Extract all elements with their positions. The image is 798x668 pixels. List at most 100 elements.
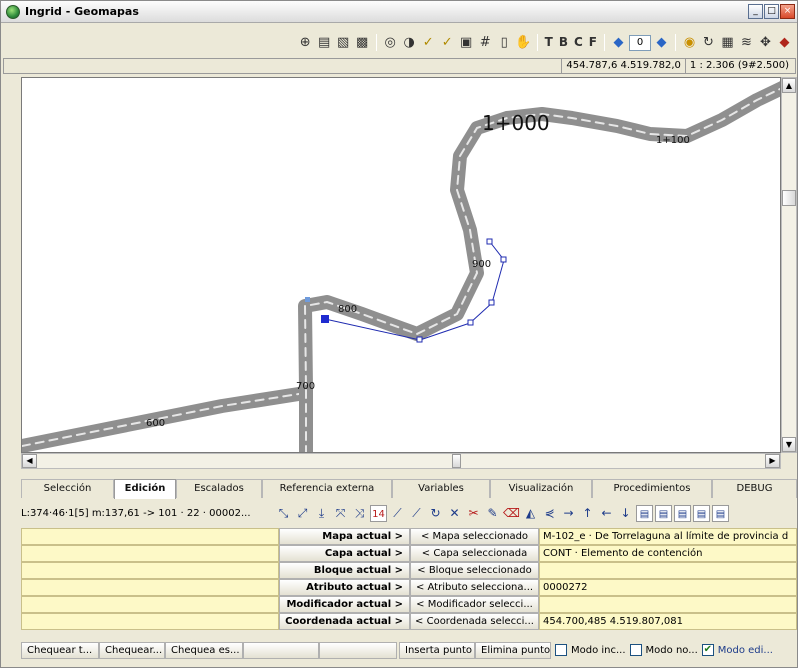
document-icon[interactable]: ▯ (496, 34, 513, 51)
tab-debug[interactable]: DEBUG (712, 479, 797, 498)
join-icon[interactable]: ⤧ (332, 505, 349, 522)
checkmark-icon[interactable]: ✔ (701, 644, 714, 656)
scroll-left-icon[interactable]: ◀ (22, 454, 37, 468)
vertex-handle[interactable] (486, 238, 493, 245)
extend-line-icon[interactable]: ⟋ (408, 505, 425, 522)
save-icon[interactable]: ▩ (354, 34, 371, 51)
tab-visualizacion[interactable]: Visualización (490, 479, 592, 498)
vertical-scroll-thumb[interactable] (782, 190, 796, 206)
selected-coordinate-button[interactable]: < Coordenada selecci... (410, 613, 539, 630)
scroll-down-icon[interactable]: ▼ (782, 437, 796, 452)
current-attribute-button[interactable]: Atributo actual > (279, 579, 410, 596)
rotate-icon[interactable]: ↻ (427, 505, 444, 522)
circle-up-icon[interactable]: ↑ (579, 505, 596, 522)
check-layer-icon[interactable]: ✓ (439, 34, 456, 51)
current-modifier-button[interactable]: Modificador actual > (279, 596, 410, 613)
circle-right-icon[interactable]: → (560, 505, 577, 522)
next-arrow-icon[interactable]: ◆ (653, 34, 670, 51)
close-button[interactable]: × (780, 4, 795, 19)
vertical-scrollbar[interactable]: ▲ ▼ (781, 77, 797, 453)
empty-button-1[interactable] (243, 641, 319, 659)
doc-refresh-icon[interactable]: ▤ (693, 504, 710, 522)
selected-layer-button[interactable]: < Capa seleccionada (410, 545, 539, 562)
horizontal-scrollbar[interactable]: ◀ ▶ (21, 453, 781, 469)
tab-seleccion[interactable]: Selección (21, 479, 114, 498)
insert-point-button[interactable]: Inserta punto (399, 641, 475, 659)
print-icon[interactable]: ▤ (316, 34, 333, 51)
check-button[interactable]: Chequear... (99, 641, 165, 659)
tab-edicion[interactable]: Edición (114, 479, 176, 499)
current-block-field[interactable] (21, 562, 279, 579)
doc-paste-icon[interactable]: ▤ (674, 504, 691, 522)
vertex-handle[interactable] (467, 319, 474, 326)
doc-copy-icon[interactable]: ▤ (655, 504, 672, 522)
tools-icon[interactable]: ◆ (776, 34, 793, 51)
vertex-handle[interactable] (488, 299, 495, 306)
selected-coordinate-value[interactable]: 454.700,485 4.519.807,081 (539, 613, 797, 630)
mode-edit-checkbox[interactable]: ✔ Modo edi... (701, 644, 773, 656)
circle-down-icon[interactable]: ↓ (617, 505, 634, 522)
target-icon[interactable]: ◉ (681, 34, 698, 51)
current-attribute-field[interactable] (21, 579, 279, 596)
check-t-button[interactable]: Chequear t... (21, 641, 99, 659)
selected-vertex[interactable] (321, 315, 329, 323)
doc-up-icon[interactable]: ▤ (712, 504, 729, 522)
horizontal-scroll-thumb[interactable] (452, 454, 461, 468)
view-icon[interactable]: ◎ (382, 34, 399, 51)
checkbox-box[interactable] (629, 644, 642, 656)
selected-block-value[interactable] (539, 562, 797, 579)
current-coordinate-field[interactable] (21, 613, 279, 630)
erase-icon[interactable]: ⌫ (503, 505, 520, 522)
pencil-icon[interactable]: ✎ (484, 505, 501, 522)
previous-arrow-icon[interactable]: ◆ (610, 34, 627, 51)
vertex-handle[interactable] (416, 336, 423, 343)
move-vertex-icon[interactable]: ⤢ (294, 505, 311, 522)
current-layer-field[interactable] (21, 545, 279, 562)
zoom-icon[interactable]: ⊕ (297, 34, 314, 51)
tab-procedimientos[interactable]: Procedimientos (592, 479, 712, 498)
selected-block-button[interactable]: < Bloque seleccionado (410, 562, 539, 579)
check-es-button[interactable]: Chequea es... (165, 641, 243, 659)
table-icon[interactable]: ▦ (719, 34, 736, 51)
tab-referencia-externa[interactable]: Referencia externa (262, 479, 392, 498)
circle-left-icon[interactable]: ← (598, 505, 615, 522)
mode-no-checkbox[interactable]: Modo no... (629, 644, 698, 656)
text-menu-f[interactable]: F (587, 34, 599, 51)
layer-menu-icon[interactable]: ▣ (458, 34, 475, 51)
selected-attribute-button[interactable]: < Atributo selecciona... (410, 579, 539, 596)
checkbox-box[interactable] (555, 644, 567, 656)
vertex-handle[interactable] (500, 256, 507, 263)
current-coordinate-button[interactable]: Coordenada actual > (279, 613, 410, 630)
draw-line-icon[interactable]: ⟋ (389, 505, 406, 522)
refresh-icon[interactable]: ↻ (700, 34, 717, 51)
selected-map-button[interactable]: < Mapa seleccionado (410, 528, 539, 545)
mirror-icon[interactable]: ◭ (522, 505, 539, 522)
check-icon[interactable]: ✓ (420, 34, 437, 51)
selected-map-value[interactable]: M-102_e · De Torrelaguna al límite de pr… (539, 528, 797, 545)
selected-modifier-value[interactable] (539, 596, 797, 613)
scroll-right-icon[interactable]: ▶ (765, 454, 780, 468)
delete-point-button[interactable]: Elimina punto (475, 641, 551, 659)
mode-inc-checkbox[interactable]: Modo inc... (555, 644, 626, 656)
current-map-field[interactable] (21, 528, 279, 545)
current-block-button[interactable]: Bloque actual > (279, 562, 410, 579)
selected-attribute-value[interactable]: 0000272 (539, 579, 797, 596)
minimize-button[interactable]: _ (748, 4, 763, 19)
hand-icon[interactable]: ✋ (515, 34, 532, 51)
current-layer-button[interactable]: Capa actual > (279, 545, 410, 562)
current-modifier-field[interactable] (21, 596, 279, 613)
scroll-up-icon[interactable]: ▲ (782, 78, 796, 93)
export-icon[interactable]: ▧ (335, 34, 352, 51)
text-menu-b[interactable]: B (557, 34, 570, 51)
cut-icon[interactable]: ✂ (465, 505, 482, 522)
map-canvas[interactable]: 1+000 1+100 900 800 700 600 (21, 77, 781, 453)
split-icon[interactable]: ⤓ (313, 505, 330, 522)
empty-button-2[interactable] (319, 641, 397, 659)
page-input[interactable]: 0 (629, 34, 651, 51)
tab-escalados[interactable]: Escalados (176, 479, 262, 498)
current-map-button[interactable]: Mapa actual > (279, 528, 410, 545)
maximize-button[interactable]: □ (764, 4, 779, 19)
move-icon[interactable]: ✥ (757, 34, 774, 51)
layers-icon[interactable]: ≋ (738, 34, 755, 51)
offset-icon[interactable]: ⋞ (541, 505, 558, 522)
